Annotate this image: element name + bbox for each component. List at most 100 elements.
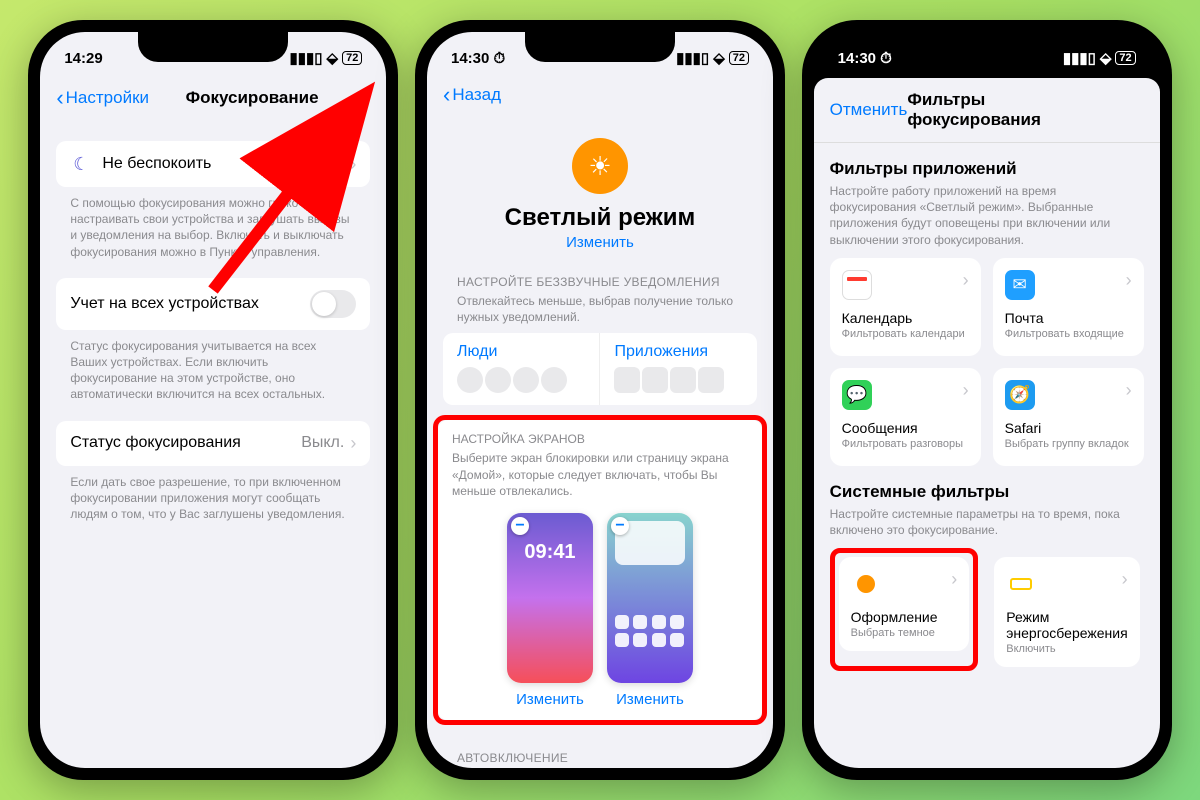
focus-mode-icon: ☀ — [572, 138, 628, 194]
notif-sub: Отвлекайтесь меньше, выбрав получение то… — [443, 291, 757, 333]
change-link[interactable]: Изменить — [427, 234, 773, 251]
status-value: Выкл. — [301, 434, 344, 452]
app-icon — [633, 615, 647, 629]
app-icons — [614, 367, 743, 393]
phone-mockup-1: 14:29 ▮▮▮▯ ⬙ 72 ‹ Настройки Фокусировани… — [28, 20, 398, 780]
back-button[interactable]: ‹ Настройки — [56, 85, 149, 111]
screens-header: НАСТРОЙКА ЭКРАНОВ — [452, 432, 748, 446]
modal-sheet: Отменить Фильтры фокусирования Фильтры п… — [814, 78, 1160, 768]
modal-nav: Отменить Фильтры фокусирования — [814, 78, 1160, 143]
chevron-right-icon: › — [1126, 270, 1132, 291]
dnd-group: ☾ Не беспокоить › С помощью фокусировани… — [56, 141, 370, 260]
battery-indicator: 72 — [729, 51, 749, 65]
remove-home-screen-button[interactable]: − — [611, 517, 629, 535]
screen-1: 14:29 ▮▮▮▯ ⬙ 72 ‹ Настройки Фокусировани… — [40, 32, 386, 768]
lock-screen-preview-col: − 09:41 Изменить — [507, 513, 593, 708]
share-group: Учет на всех устройствах Статус фокусиро… — [56, 278, 370, 403]
status-cell[interactable]: Статус фокусирования Выкл. › — [56, 421, 370, 466]
filter-sub: Фильтровать входящие — [1005, 328, 1132, 340]
mail-icon: ✉ — [1005, 270, 1035, 300]
wifi-icon: ⬙ — [327, 49, 339, 67]
filter-title: Оформление — [851, 609, 958, 625]
status-right: ▮▮▮▯ ⬙ 72 — [1063, 49, 1136, 67]
chevron-right-icon: › — [350, 154, 356, 175]
app-icon — [615, 633, 629, 647]
status-label: Статус фокусирования — [70, 434, 240, 452]
nav-header: ‹ Назад — [427, 76, 773, 118]
signal-icon: ▮▮▮▯ — [1063, 49, 1096, 67]
avatar-placeholder — [513, 367, 539, 393]
chevron-right-icon: › — [1126, 380, 1132, 401]
app-placeholder — [670, 367, 696, 393]
share-label: Учет на всех устройствах — [70, 295, 259, 313]
status-time: 14:29 — [64, 50, 102, 67]
avatar-placeholder — [457, 367, 483, 393]
home-screen-preview[interactable]: − — [607, 513, 693, 683]
filter-sub: Выбрать темное — [851, 627, 958, 639]
screen-3: 14:30 ⏱ ▮▮▮▯ ⬙ 72 Отменить Фильтры фокус… — [814, 32, 1160, 768]
home-screen-preview-col: − — [607, 513, 693, 708]
add-button[interactable]: + — [355, 82, 370, 113]
apps-label: Приложения — [614, 343, 743, 361]
content: ☾ Не беспокоить › С помощью фокусировани… — [40, 141, 386, 522]
signal-icon: ▮▮▮▯ — [676, 49, 709, 67]
app-icon — [670, 633, 684, 647]
screens-sub: Выберите экран блокировки или страницу э… — [452, 450, 748, 499]
people-avatars — [457, 367, 586, 393]
toggle-knob — [312, 292, 336, 316]
remove-lock-screen-button[interactable]: − — [511, 517, 529, 535]
share-footer: Статус фокусирования учитывается на всех… — [56, 330, 370, 403]
filter-title: Режим энергосбережения — [1006, 609, 1127, 641]
filter-sub: Фильтровать разговоры — [842, 438, 969, 450]
battery-icon — [1006, 569, 1036, 599]
appearance-filter-card[interactable]: › Оформление Выбрать темное — [839, 557, 970, 651]
notch — [525, 32, 675, 62]
appearance-highlight: › Оформление Выбрать темное — [830, 548, 979, 671]
apps-tab[interactable]: Приложения — [600, 333, 757, 405]
focus-hero: ☀ Светлый режим Изменить — [427, 118, 773, 259]
status-group: Статус фокусирования Выкл. › Если дать с… — [56, 421, 370, 523]
sys-filters-title: Системные фильтры — [814, 466, 1160, 506]
nav-title: Фокусирование — [186, 88, 319, 108]
filter-title: Safari — [1005, 420, 1132, 436]
safari-filter-card[interactable]: 🧭 › Safari Выбрать группу вкладок — [993, 368, 1144, 466]
people-tab[interactable]: Люди — [443, 333, 601, 405]
dnd-label: Не беспокоить — [102, 155, 211, 173]
app-filters-desc: Настройте работу приложений на время фок… — [814, 183, 1160, 258]
chevron-right-icon: › — [350, 433, 356, 454]
chevron-right-icon: › — [951, 569, 957, 590]
screen-2: 14:30 ⏱ ▮▮▮▯ ⬙ 72 ‹ Назад ☀ Светлый режи… — [427, 32, 773, 768]
app-placeholder — [698, 367, 724, 393]
battery-indicator: 72 — [1115, 51, 1135, 65]
messages-icon: 💬 — [842, 380, 872, 410]
cancel-button[interactable]: Отменить — [830, 100, 908, 120]
phone-mockup-2: 14:30 ⏱ ▮▮▮▯ ⬙ 72 ‹ Назад ☀ Светлый режи… — [415, 20, 785, 780]
edit-home-screen-link[interactable]: Изменить — [607, 691, 693, 708]
share-cell: Учет на всех устройствах — [56, 278, 370, 330]
preview-time: 09:41 — [524, 541, 575, 564]
notch — [138, 32, 288, 62]
app-icon — [615, 615, 629, 629]
mail-filter-card[interactable]: ✉ › Почта Фильтровать входящие — [993, 258, 1144, 356]
modal-title: Фильтры фокусирования — [907, 90, 1086, 130]
calendar-icon — [842, 270, 872, 300]
dnd-cell[interactable]: ☾ Не беспокоить › — [56, 141, 370, 187]
app-icon — [652, 633, 666, 647]
share-toggle[interactable] — [310, 290, 356, 318]
messages-filter-card[interactable]: 💬 › Сообщения Фильтровать разговоры — [830, 368, 981, 466]
app-icon — [633, 633, 647, 647]
status-time: 14:30 ⏱ — [838, 50, 892, 67]
edit-lock-screen-link[interactable]: Изменить — [507, 691, 593, 708]
status-footer: Если дать свое разрешение, то при включе… — [56, 466, 370, 523]
nav-header: ‹ Настройки Фокусирование + — [40, 76, 386, 123]
app-filter-grid: › Календарь Фильтровать календари ✉ › По… — [814, 258, 1160, 466]
phone-mockup-3: 14:30 ⏱ ▮▮▮▯ ⬙ 72 Отменить Фильтры фокус… — [802, 20, 1172, 780]
back-button[interactable]: ‹ Назад — [443, 82, 501, 108]
lock-screen-preview[interactable]: − 09:41 — [507, 513, 593, 683]
lowpower-filter-card[interactable]: › Режим энергосбережения Включить — [994, 557, 1139, 667]
app-filters-title: Фильтры приложений — [814, 143, 1160, 183]
chevron-right-icon: › — [963, 380, 969, 401]
chevron-left-icon: ‹ — [443, 82, 450, 108]
calendar-filter-card[interactable]: › Календарь Фильтровать календари — [830, 258, 981, 356]
filter-sub: Фильтровать календари — [842, 328, 969, 340]
